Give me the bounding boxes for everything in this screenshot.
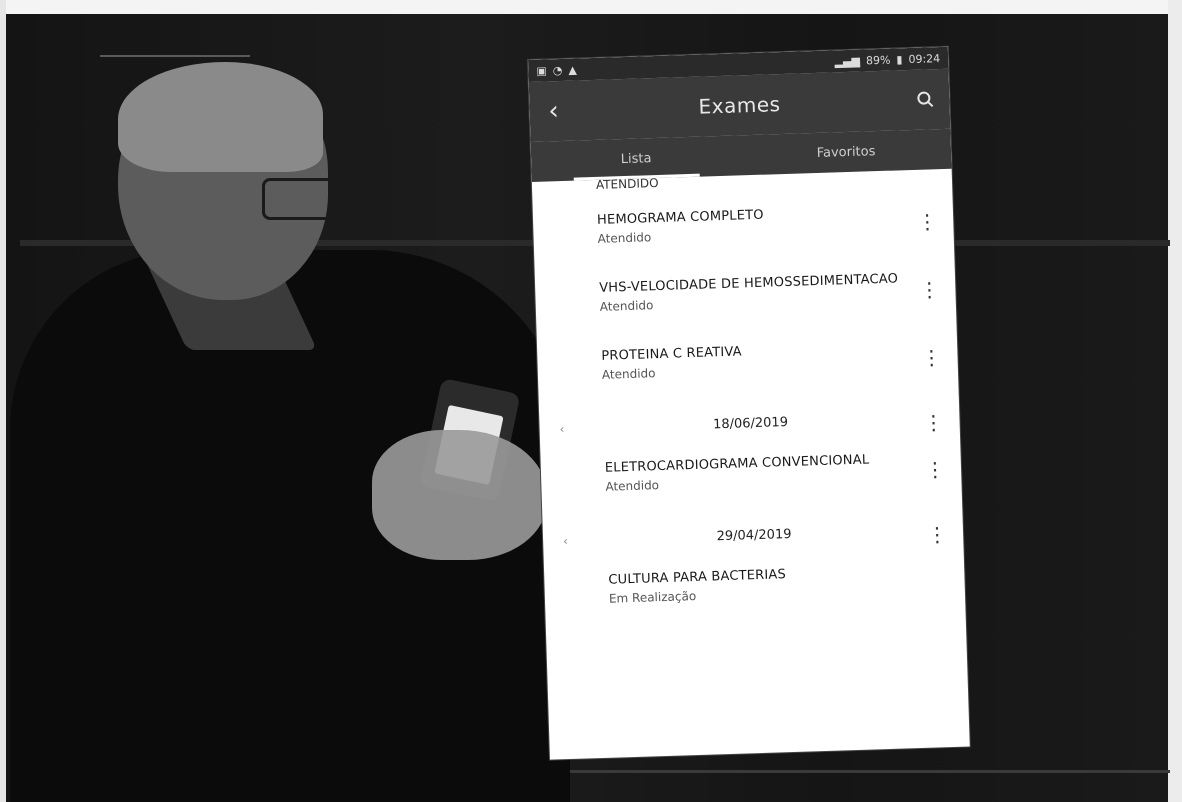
more-vert-icon[interactable]: ⋮	[921, 402, 946, 435]
more-vert-icon[interactable]: ⋮	[915, 201, 940, 234]
status-time: 09:24	[908, 51, 941, 66]
exam-list: ATENDIDO HEMOGRAMA COMPLETO Atendido ⋮ V…	[532, 169, 966, 632]
more-vert-icon[interactable]: ⋮	[917, 269, 942, 302]
photo-scene: ▣ ◔ ▲ ▂▄▆ 89% ▮ 09:24 ‹ Exames Lista Fav…	[0, 0, 1182, 802]
search-button[interactable]	[901, 75, 950, 124]
person-hair	[118, 62, 323, 172]
date-group-date: 18/06/2019	[712, 414, 789, 432]
battery-icon: ▮	[896, 52, 903, 66]
tab-label: Lista	[620, 150, 652, 167]
page-title: Exames	[698, 92, 781, 119]
status-left: ▣ ◔ ▲	[536, 63, 577, 77]
list-item-text: HEMOGRAMA COMPLETO Atendido	[597, 202, 916, 246]
list-item-text: VHS-VELOCIDADE DE HEMOSSEDIMENTACAO Aten…	[599, 270, 918, 313]
photo-border-left	[0, 0, 6, 802]
tab-label: Favoritos	[816, 143, 876, 161]
wifi-icon: ▲	[568, 62, 578, 77]
notification-icon: ◔	[552, 63, 563, 77]
search-icon	[917, 91, 934, 108]
status-right: ▂▄▆ 89% ▮ 09:24	[834, 52, 940, 68]
list-item-text: PROTEINA C REATIVA Atendido	[601, 338, 920, 381]
list-item[interactable]: ELETROCARDIOGRAMA CONVENCIONAL Atendido …	[540, 439, 962, 520]
person-glasses	[262, 178, 346, 220]
chevron-left-icon: ‹	[547, 96, 560, 127]
photo-border-right	[1168, 0, 1182, 802]
chevron-icon: ‹	[559, 422, 565, 437]
back-button[interactable]: ‹	[529, 86, 578, 135]
chevron-icon: ‹	[562, 533, 569, 549]
background-line	[100, 55, 250, 57]
more-vert-icon[interactable]: ⋮	[922, 449, 947, 482]
list-item[interactable]: CULTURA PARA BACTERIAS Em Realização	[544, 551, 966, 632]
photo-border-top	[0, 0, 1182, 14]
signal-icon: ▂▄▆	[834, 54, 861, 68]
person-hands	[372, 430, 547, 560]
sim-icon: ▣	[536, 63, 547, 78]
list-item[interactable]: PROTEINA C REATIVA Atendido ⋮	[537, 327, 959, 408]
list-item-text: CULTURA PARA BACTERIAS Em Realização	[608, 561, 951, 606]
more-vert-icon[interactable]: ⋮	[919, 337, 944, 370]
more-vert-icon[interactable]: ⋮	[924, 514, 949, 547]
battery-text: 89%	[865, 53, 891, 67]
tab-favoritos[interactable]: Favoritos	[740, 129, 951, 176]
app-screenshot: ▣ ◔ ▲ ▂▄▆ 89% ▮ 09:24 ‹ Exames Lista Fav…	[528, 46, 970, 760]
tab-lista[interactable]: Lista	[531, 135, 742, 182]
list-item-text: ELETROCARDIOGRAMA CONVENCIONAL Atendido	[605, 450, 924, 493]
date-group-date: 29/04/2019	[716, 526, 792, 544]
